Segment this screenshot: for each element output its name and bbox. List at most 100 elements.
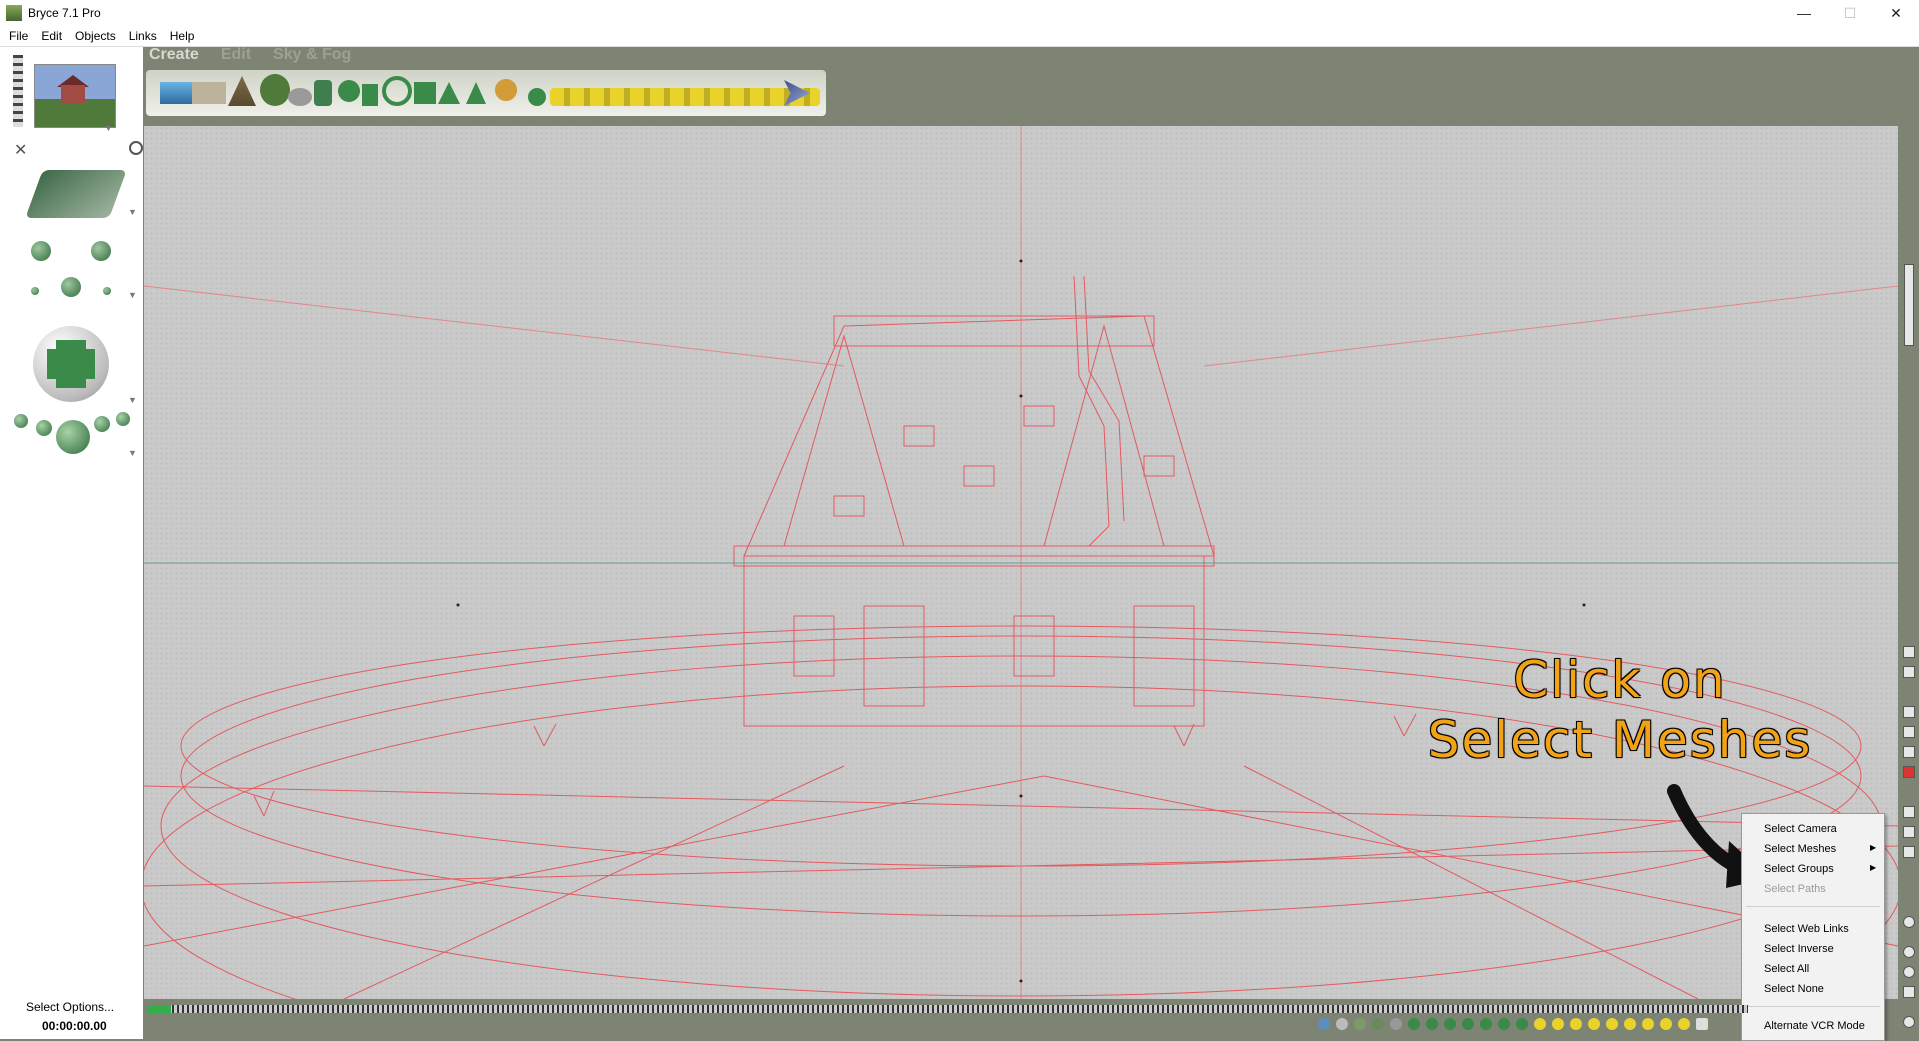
sphere-icon bbox=[56, 420, 90, 454]
tool-icon[interactable] bbox=[1372, 1018, 1384, 1030]
light-primitives-icons[interactable] bbox=[550, 88, 820, 106]
brush-icon[interactable] bbox=[1903, 646, 1915, 658]
tool-icon[interactable] bbox=[1588, 1018, 1600, 1030]
sphere-primitive-icon[interactable] bbox=[338, 80, 360, 102]
pan-arrow-icon bbox=[91, 241, 111, 261]
tool-icon[interactable] bbox=[1903, 826, 1915, 838]
zoom-options-chevron-icon[interactable]: ▼ bbox=[128, 448, 137, 458]
view-options-chevron-icon[interactable]: ▼ bbox=[128, 207, 137, 217]
render-x-icon[interactable]: ✕ bbox=[14, 140, 27, 160]
tab-sky-fog[interactable]: Sky & Fog bbox=[273, 46, 351, 64]
timeline-playhead[interactable] bbox=[147, 1005, 171, 1013]
tab-edit[interactable]: Edit bbox=[221, 46, 251, 64]
pyramid-primitive-icon[interactable] bbox=[438, 82, 460, 104]
gear-icon[interactable] bbox=[1903, 916, 1915, 928]
menu-item-select-inverse[interactable]: Select Inverse bbox=[1764, 943, 1834, 955]
trackball-options-chevron-icon[interactable]: ▼ bbox=[128, 395, 137, 405]
cylinder-primitive-icon[interactable] bbox=[362, 84, 378, 106]
menu-objects[interactable]: Objects bbox=[75, 29, 116, 43]
record-icon[interactable] bbox=[1903, 766, 1915, 778]
tool-icon[interactable] bbox=[1903, 746, 1915, 758]
create-palette bbox=[146, 70, 826, 116]
annotation-line-2: Select Meshes bbox=[1427, 711, 1813, 769]
zoom-in-icon[interactable] bbox=[1903, 946, 1915, 958]
menu-links[interactable]: Links bbox=[129, 29, 157, 43]
tool-icon[interactable] bbox=[1498, 1018, 1510, 1030]
menu-item-select-groups[interactable]: Select Groups ▶ bbox=[1764, 863, 1876, 875]
app-icon bbox=[6, 5, 22, 21]
terrain-icon[interactable] bbox=[228, 76, 256, 106]
torus-primitive-icon[interactable] bbox=[382, 76, 412, 106]
cube-primitive-icon[interactable] bbox=[414, 82, 436, 104]
tool-icon[interactable] bbox=[1390, 1018, 1402, 1030]
water-plane-icon[interactable] bbox=[160, 82, 194, 104]
animation-timeline[interactable] bbox=[147, 1005, 1748, 1013]
tool-icon[interactable] bbox=[1354, 1018, 1366, 1030]
annotation-text: Click on Select Meshes bbox=[1420, 650, 1820, 770]
camera-cross-control[interactable] bbox=[15, 225, 127, 315]
minimize-button[interactable]: — bbox=[1781, 0, 1827, 26]
display-mode-icons[interactable] bbox=[1904, 264, 1914, 346]
tool-icon[interactable] bbox=[1318, 1018, 1330, 1030]
menu-file[interactable]: File bbox=[9, 29, 28, 43]
menu-item-alternate-vcr-mode[interactable]: Alternate VCR Mode bbox=[1764, 1020, 1865, 1032]
camera-options-chevron-icon[interactable]: ▼ bbox=[128, 290, 137, 300]
zoom-out-icon[interactable] bbox=[1903, 966, 1915, 978]
zoom-spheres-control[interactable] bbox=[12, 408, 132, 458]
title-bar: Bryce 7.1 Pro — ☐ ✕ bbox=[0, 0, 1919, 26]
figure-icon[interactable] bbox=[486, 72, 526, 108]
cone-primitive-icon[interactable] bbox=[466, 82, 486, 104]
memory-dots-strip[interactable] bbox=[13, 55, 23, 127]
tool-icon[interactable] bbox=[1696, 1018, 1708, 1030]
trackball-control[interactable] bbox=[33, 326, 109, 402]
tool-icon[interactable] bbox=[1516, 1018, 1528, 1030]
maximize-button[interactable]: ☐ bbox=[1827, 0, 1873, 26]
menu-item-select-all[interactable]: Select All bbox=[1764, 963, 1809, 975]
trackball-cross-icon bbox=[47, 349, 95, 379]
tool-icon[interactable] bbox=[1903, 726, 1915, 738]
dot-icon bbox=[103, 287, 111, 295]
tool-icon[interactable] bbox=[1462, 1018, 1474, 1030]
tool-icon[interactable] bbox=[1444, 1018, 1456, 1030]
menu-item-select-web-links[interactable]: Select Web Links bbox=[1764, 923, 1849, 935]
tree-icon[interactable] bbox=[260, 74, 290, 106]
tool-icon[interactable] bbox=[1903, 706, 1915, 718]
plant-icon[interactable] bbox=[314, 80, 332, 106]
preview-options-chevron-icon[interactable]: ▼ bbox=[104, 123, 113, 133]
tool-icon[interactable] bbox=[1660, 1018, 1672, 1030]
close-button[interactable]: ✕ bbox=[1873, 0, 1919, 26]
tab-create[interactable]: Create bbox=[149, 46, 199, 64]
tool-icon[interactable] bbox=[1624, 1018, 1636, 1030]
tool-icon[interactable] bbox=[1903, 846, 1915, 858]
select-context-menu: Select Camera Select Meshes ▶ Select Grou… bbox=[1741, 813, 1885, 1041]
tool-icon[interactable] bbox=[1426, 1018, 1438, 1030]
view-control-plane[interactable] bbox=[25, 170, 127, 218]
wireframe-viewport[interactable] bbox=[144, 126, 1898, 999]
submenu-arrow-icon: ▶ bbox=[1870, 863, 1877, 872]
menu-help[interactable]: Help bbox=[170, 29, 195, 43]
menu-item-select-meshes[interactable]: Select Meshes ▶ bbox=[1764, 843, 1876, 855]
disc-primitive-icon[interactable] bbox=[528, 88, 546, 106]
menu-edit[interactable]: Edit bbox=[41, 29, 62, 43]
globe-icon[interactable] bbox=[1903, 1016, 1915, 1028]
nano-preview-thumbnail[interactable] bbox=[34, 64, 116, 128]
render-button-icon[interactable] bbox=[129, 141, 143, 155]
tool-icon[interactable] bbox=[1408, 1018, 1420, 1030]
house-icon bbox=[61, 85, 85, 103]
menu-item-select-none[interactable]: Select None bbox=[1764, 983, 1824, 995]
tool-icon[interactable] bbox=[1552, 1018, 1564, 1030]
tool-icon[interactable] bbox=[1642, 1018, 1654, 1030]
submenu-arrow-icon: ▶ bbox=[1870, 843, 1877, 852]
tool-icon[interactable] bbox=[1606, 1018, 1618, 1030]
tool-icon[interactable] bbox=[1903, 806, 1915, 818]
tool-icon[interactable] bbox=[1678, 1018, 1690, 1030]
rock-icon[interactable] bbox=[288, 88, 312, 106]
hand-pan-icon[interactable] bbox=[1903, 986, 1915, 998]
tool-icon[interactable] bbox=[1480, 1018, 1492, 1030]
eraser-icon[interactable] bbox=[1903, 666, 1915, 678]
tool-icon[interactable] bbox=[1534, 1018, 1546, 1030]
tool-icon[interactable] bbox=[1336, 1018, 1348, 1030]
tool-icon[interactable] bbox=[1570, 1018, 1582, 1030]
menu-item-select-camera[interactable]: Select Camera bbox=[1764, 823, 1837, 835]
ground-plane-icon[interactable] bbox=[192, 82, 226, 104]
